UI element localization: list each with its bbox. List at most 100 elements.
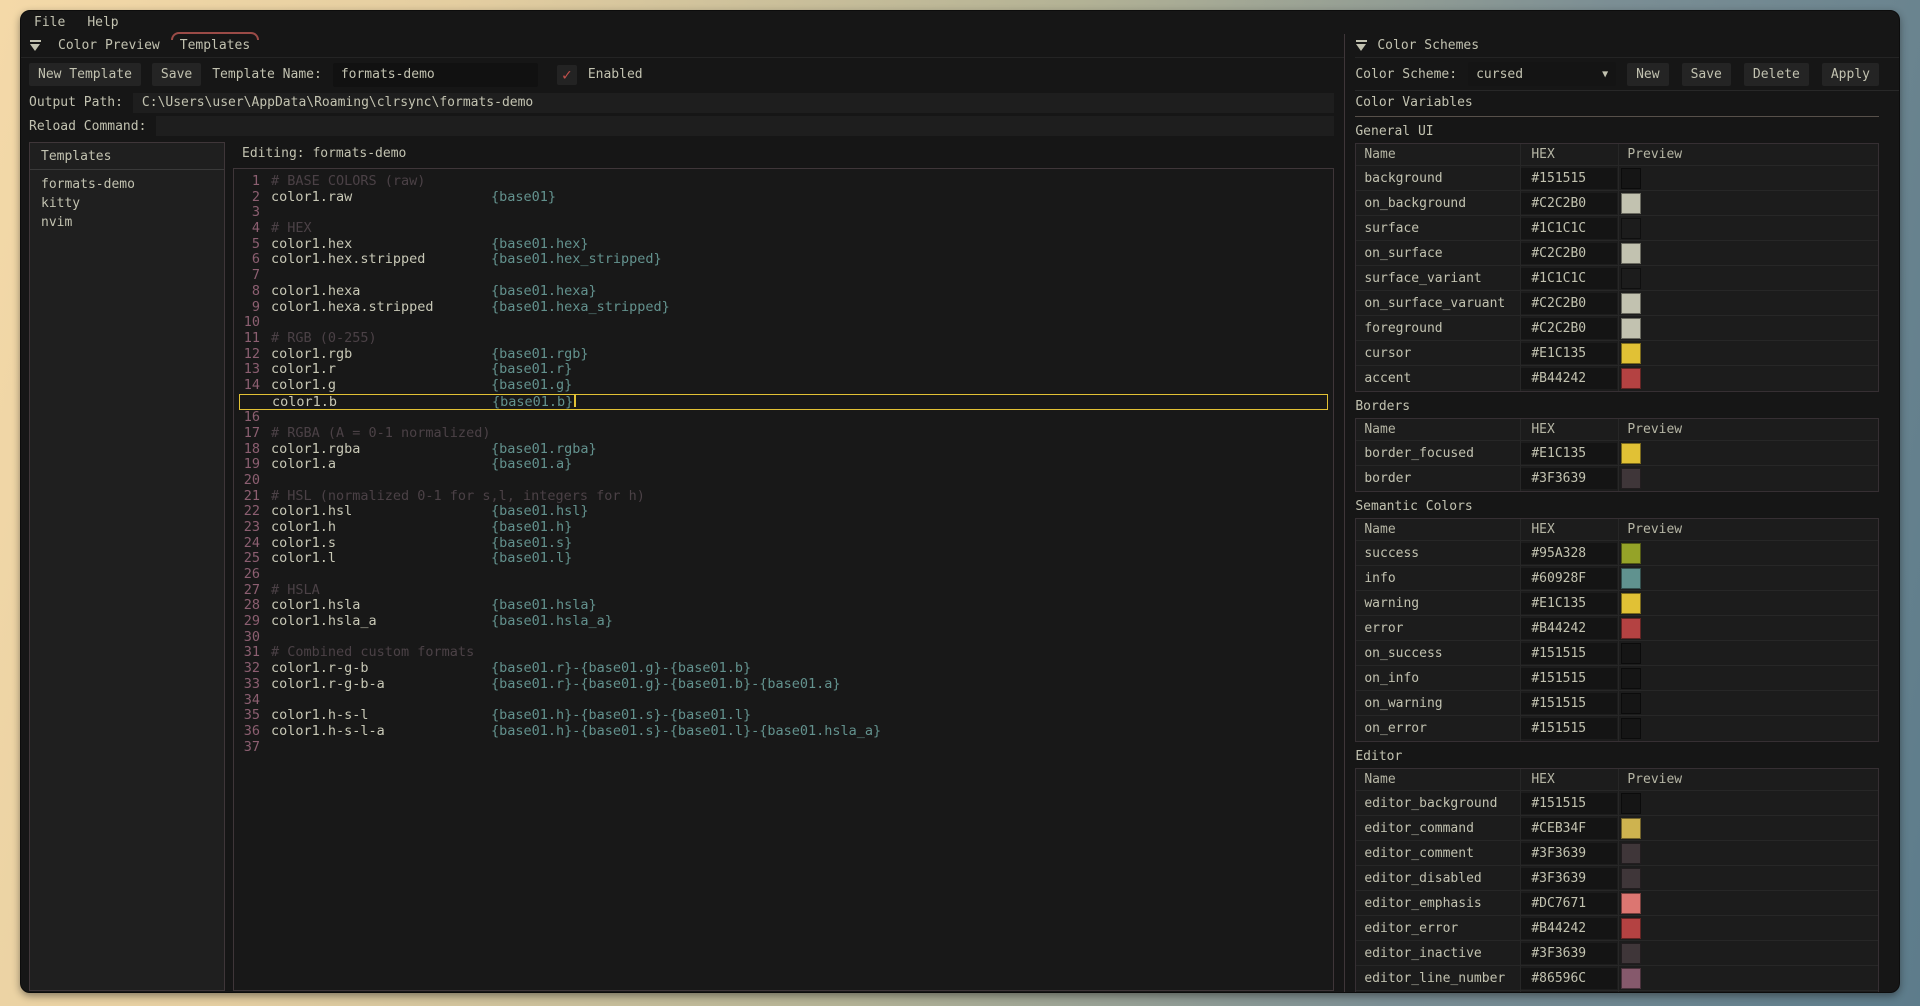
menu-item-help[interactable]: Help [87, 15, 118, 30]
code-line[interactable]: 7 [234, 268, 1333, 284]
color-scheme-select[interactable]: cursed ▼ [1468, 62, 1616, 86]
hex-input[interactable]: #60928F [1521, 568, 1617, 589]
delete-scheme-button[interactable]: Delete [1744, 63, 1809, 86]
code-line[interactable]: 30 [234, 630, 1333, 646]
code-line[interactable]: 34 [234, 693, 1333, 709]
enabled-checkbox[interactable]: ✓ [557, 65, 577, 85]
color-swatch[interactable] [1621, 893, 1641, 914]
hex-input[interactable]: #C2C2B0 [1521, 293, 1617, 314]
code-line[interactable]: 16 [234, 410, 1333, 426]
new-template-button[interactable]: New Template [29, 63, 141, 86]
hex-input[interactable]: #DC7671 [1521, 893, 1617, 914]
tab-templates[interactable]: Templates [178, 36, 252, 55]
color-swatch[interactable] [1621, 793, 1641, 814]
code-line[interactable]: 26 [234, 567, 1333, 583]
code-line[interactable]: 21# HSL (normalized 0-1 for s,l, integer… [234, 489, 1333, 505]
sidebar-item-nvim[interactable]: nvim [30, 213, 224, 232]
hex-input[interactable]: #151515 [1521, 718, 1617, 739]
hex-input[interactable]: #151515 [1521, 168, 1617, 189]
code-line[interactable]: 23color1.h{base01.h} [234, 520, 1333, 536]
code-line[interactable]: 27# HSLA [234, 583, 1333, 599]
template-name-input[interactable]: formats-demo [333, 63, 538, 87]
menu-item-file[interactable]: File [34, 15, 65, 30]
hex-input[interactable]: #1C1C1C [1521, 218, 1617, 239]
code-line[interactable]: 31# Combined custom formats [234, 645, 1333, 661]
apply-scheme-button[interactable]: Apply [1822, 63, 1879, 86]
code-line[interactable]: 24color1.s{base01.s} [234, 536, 1333, 552]
collapse-panel-icon[interactable] [1355, 40, 1368, 51]
save-scheme-button[interactable]: Save [1682, 63, 1731, 86]
output-path-input[interactable]: C:\Users\user\AppData\Roaming\clrsync\fo… [133, 93, 1334, 113]
color-swatch[interactable] [1621, 843, 1641, 864]
color-swatch[interactable] [1621, 568, 1641, 589]
color-swatch[interactable] [1621, 718, 1641, 739]
code-line[interactable]: 11# RGB (0-255) [234, 331, 1333, 347]
color-swatch[interactable] [1621, 268, 1641, 289]
hex-input[interactable]: #E1C135 [1521, 443, 1617, 464]
code-line[interactable]: 35color1.h-s-l{base01.h}-{base01.s}-{bas… [234, 708, 1333, 724]
code-line[interactable]: 32color1.r-g-b{base01.r}-{base01.g}-{bas… [234, 661, 1333, 677]
code-line[interactable]: 2color1.raw{base01} [234, 190, 1333, 206]
color-swatch[interactable] [1621, 443, 1641, 464]
hex-input[interactable]: #E1C135 [1521, 343, 1617, 364]
code-line[interactable]: 10 [234, 315, 1333, 331]
color-swatch[interactable] [1621, 343, 1641, 364]
code-line[interactable]: 19color1.a{base01.a} [234, 457, 1333, 473]
code-line[interactable]: 5color1.hex{base01.hex} [234, 237, 1333, 253]
hex-input[interactable]: #95A328 [1521, 543, 1617, 564]
color-swatch[interactable] [1621, 593, 1641, 614]
code-line[interactable]: 28color1.hsla{base01.hsla} [234, 598, 1333, 614]
hex-input[interactable]: #151515 [1521, 668, 1617, 689]
code-line[interactable]: 36color1.h-s-l-a{base01.h}-{base01.s}-{b… [234, 724, 1333, 740]
collapse-pane-icon[interactable] [29, 40, 42, 51]
color-swatch[interactable] [1621, 643, 1641, 664]
code-line[interactable]: 25color1.l{base01.l} [234, 551, 1333, 567]
color-swatch[interactable] [1621, 693, 1641, 714]
color-swatch[interactable] [1621, 168, 1641, 189]
color-swatch[interactable] [1621, 293, 1641, 314]
sidebar-item-formats-demo[interactable]: formats-demo [30, 175, 224, 194]
code-line[interactable]: color1.b{base01.b} [239, 394, 1328, 411]
hex-input[interactable]: #C2C2B0 [1521, 243, 1617, 264]
sidebar-item-kitty[interactable]: kitty [30, 194, 224, 213]
hex-input[interactable]: #3F3639 [1521, 468, 1617, 489]
hex-input[interactable]: #3F3639 [1521, 843, 1617, 864]
code-line[interactable]: 33color1.r-g-b-a{base01.r}-{base01.g}-{b… [234, 677, 1333, 693]
save-template-button[interactable]: Save [152, 63, 201, 86]
hex-input[interactable]: #86596C [1521, 968, 1617, 989]
template-editor[interactable]: 1# BASE COLORS (raw)2color1.raw{base01} 3… [233, 168, 1334, 991]
color-swatch[interactable] [1621, 468, 1641, 489]
hex-input[interactable]: #C2C2B0 [1521, 318, 1617, 339]
color-swatch[interactable] [1621, 218, 1641, 239]
hex-input[interactable]: #B44242 [1521, 618, 1617, 639]
hex-input[interactable]: #C2C2B0 [1521, 193, 1617, 214]
color-swatch[interactable] [1621, 968, 1641, 989]
code-line[interactable]: 29color1.hsla_a{base01.hsla_a} [234, 614, 1333, 630]
color-swatch[interactable] [1621, 943, 1641, 964]
color-swatch[interactable] [1621, 368, 1641, 389]
tab-color-preview[interactable]: Color Preview [56, 36, 162, 55]
code-line[interactable]: 20 [234, 473, 1333, 489]
code-line[interactable]: 22color1.hsl{base01.hsl} [234, 504, 1333, 520]
color-swatch[interactable] [1621, 243, 1641, 264]
color-swatch[interactable] [1621, 618, 1641, 639]
code-line[interactable]: 1# BASE COLORS (raw) [234, 174, 1333, 190]
code-line[interactable]: 9color1.hexa.stripped{base01.hexa_stripp… [234, 300, 1333, 316]
hex-input[interactable]: #1C1C1C [1521, 268, 1617, 289]
color-swatch[interactable] [1621, 868, 1641, 889]
color-swatch[interactable] [1621, 918, 1641, 939]
new-scheme-button[interactable]: New [1627, 63, 1668, 86]
hex-input[interactable]: #B44242 [1521, 368, 1617, 389]
code-line[interactable]: 17# RGBA (A = 0-1 normalized) [234, 426, 1333, 442]
code-line[interactable]: 6color1.hex.stripped{base01.hex_stripped… [234, 252, 1333, 268]
code-line[interactable]: 13color1.r{base01.r} [234, 362, 1333, 378]
hex-input[interactable]: #3F3639 [1521, 943, 1617, 964]
hex-input[interactable]: #151515 [1521, 793, 1617, 814]
hex-input[interactable]: #B44242 [1521, 918, 1617, 939]
color-swatch[interactable] [1621, 318, 1641, 339]
hex-input[interactable]: #CEB34F [1521, 818, 1617, 839]
color-swatch[interactable] [1621, 668, 1641, 689]
hex-input[interactable]: #3F3639 [1521, 868, 1617, 889]
color-swatch[interactable] [1621, 818, 1641, 839]
hex-input[interactable]: #E1C135 [1521, 593, 1617, 614]
